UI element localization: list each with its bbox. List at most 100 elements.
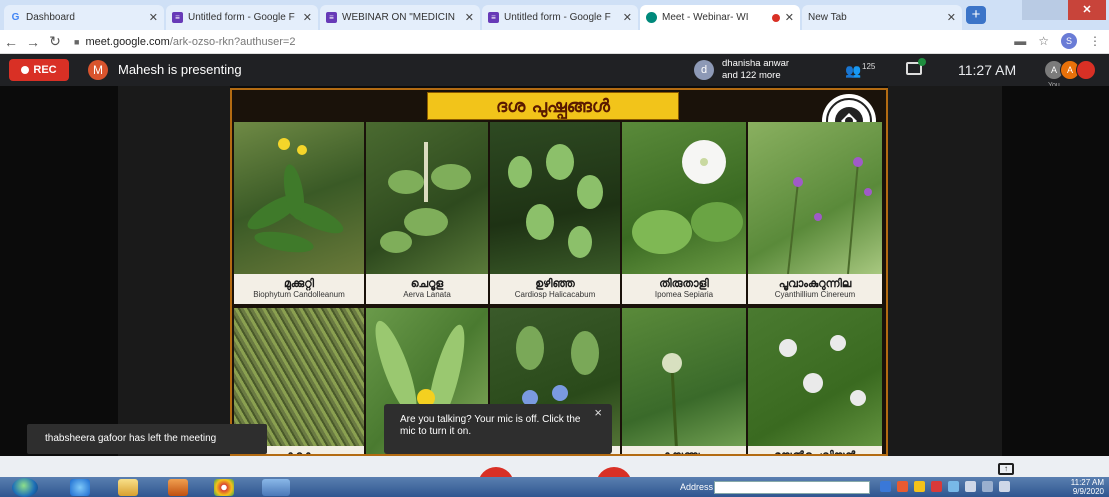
tray-icon[interactable] bbox=[931, 481, 942, 492]
url-path: /ark-ozso-rkn?authuser=2 bbox=[169, 35, 296, 48]
tray-icon[interactable] bbox=[897, 481, 908, 492]
file-explorer-icon[interactable] bbox=[118, 479, 138, 496]
present-now-icon[interactable]: ↑ bbox=[998, 463, 1014, 475]
system-tray bbox=[880, 481, 1010, 492]
left-meeting-toast: thabsheera gafoor has left the meeting bbox=[27, 424, 267, 454]
meet-controls-bar bbox=[0, 456, 1109, 477]
plant-name-malayalam: കയ്യുണ്യം bbox=[661, 449, 707, 456]
stage-left-pane bbox=[118, 86, 230, 456]
tab-new-tab[interactable]: New Tab ✕ bbox=[802, 5, 962, 30]
url-field[interactable]: ■ meet.google.com/ark-ozso-rkn?authuser=… bbox=[74, 36, 295, 48]
plant-card: പൂവാംകുറുന്നില Cyanthillium Cinereum bbox=[748, 122, 882, 304]
system-time: 11:27 AM bbox=[1070, 478, 1104, 487]
chat-badge bbox=[918, 58, 926, 66]
profile-avatar[interactable]: S bbox=[1061, 33, 1077, 49]
control-panel-icon[interactable] bbox=[262, 479, 290, 496]
maximize-button[interactable] bbox=[1046, 0, 1068, 20]
browser-tab-strip: G Dashboard ✕ ≡ Untitled form - Google F… bbox=[0, 0, 1109, 30]
plant-image bbox=[490, 122, 620, 274]
plant-image bbox=[234, 122, 364, 274]
tab-label: Dashboard bbox=[26, 12, 75, 23]
address-bar: ← → ↻ ■ meet.google.com/ark-ozso-rkn?aut… bbox=[0, 30, 1109, 54]
system-clock[interactable]: 11:27 AM 9/9/2020 bbox=[1058, 478, 1104, 496]
plant-name-latin: Aerva Lanata bbox=[403, 290, 451, 299]
close-icon[interactable]: ✕ bbox=[149, 11, 158, 24]
network-icon[interactable] bbox=[948, 481, 959, 492]
tab-label: Meet - Webinar- WI bbox=[662, 12, 749, 23]
plant-name-malayalam: ചെറൂള bbox=[410, 277, 444, 290]
shared-slide: ദശ പുഷ്പങ്ങൾ മുക്കുറ്റി Biophytum Candoll… bbox=[230, 88, 888, 456]
display-icon[interactable] bbox=[999, 481, 1010, 492]
tab-label: Untitled form - Google F bbox=[188, 12, 295, 23]
plant-name-latin: Cardiosp Halicacabum bbox=[514, 290, 596, 299]
star-icon[interactable]: ☆ bbox=[1038, 34, 1049, 48]
flag-icon[interactable] bbox=[982, 481, 993, 492]
plant-image bbox=[622, 122, 746, 274]
close-icon[interactable]: ✕ bbox=[465, 11, 474, 24]
forms-icon: ≡ bbox=[172, 12, 183, 23]
close-icon[interactable]: ✕ bbox=[785, 11, 794, 24]
new-tab-button[interactable]: + bbox=[966, 6, 986, 24]
people-icon[interactable]: 👥 bbox=[845, 63, 861, 79]
google-icon: G bbox=[11, 12, 20, 23]
record-dot-icon bbox=[21, 66, 30, 74]
plant-name-malayalam: തിരുതാളി bbox=[659, 277, 709, 290]
plant-card: ഉഴിഞ്ഞ Cardiosp Halicacabum bbox=[490, 122, 620, 304]
self-avatars[interactable]: A A bbox=[1044, 60, 1096, 80]
plant-name-latin: Cyanthillium Cinereum bbox=[774, 290, 856, 299]
plant-card: തിരുതാളി Ipomea Sepiaria bbox=[622, 122, 746, 304]
media-player-icon[interactable] bbox=[168, 479, 188, 496]
avatar bbox=[1076, 60, 1096, 80]
tab-dashboard[interactable]: G Dashboard ✕ bbox=[4, 5, 164, 30]
tab-meet[interactable]: Meet - Webinar- WI ✕ bbox=[640, 5, 800, 30]
plant-name-latin: Ipomea Sepiaria bbox=[654, 290, 714, 299]
presenting-text: Mahesh is presenting bbox=[118, 62, 242, 77]
plant-image bbox=[622, 308, 746, 454]
close-icon[interactable]: × bbox=[594, 406, 602, 419]
tray-icon[interactable] bbox=[880, 481, 891, 492]
chrome-icon[interactable] bbox=[214, 479, 234, 496]
address-toolbar-label: Address bbox=[680, 482, 714, 492]
tab-untitled-form-2[interactable]: ≡ Untitled form - Google F ✕ bbox=[482, 5, 638, 30]
tab-webinar[interactable]: ≡ WEBINAR ON "MEDICIN ✕ bbox=[320, 5, 480, 30]
close-icon[interactable]: ✕ bbox=[623, 11, 632, 24]
tab-untitled-form-1[interactable]: ≡ Untitled form - Google F ✕ bbox=[166, 5, 318, 30]
forms-icon: ≡ bbox=[326, 12, 337, 23]
participant-avatar: d bbox=[694, 60, 714, 80]
windows-start-icon[interactable] bbox=[12, 478, 38, 497]
plant-name-latin: Biophytum Candolleanum bbox=[253, 290, 345, 299]
plant-image bbox=[748, 308, 882, 454]
meeting-clock: 11:27 AM bbox=[958, 62, 1017, 78]
menu-icon[interactable]: ⋮ bbox=[1089, 34, 1101, 48]
plant-name-malayalam: മുയൽച്ചെവിയൻ bbox=[774, 449, 856, 456]
camera-icon[interactable]: ▬ bbox=[1014, 34, 1026, 48]
mic-off-message: Are you talking? Your mic is off. Click … bbox=[400, 414, 581, 437]
address-toolbar-input[interactable] bbox=[714, 481, 870, 494]
forward-icon[interactable]: → bbox=[22, 34, 44, 50]
plant-name-malayalam: ഉഴിഞ്ഞ bbox=[535, 277, 575, 290]
back-icon[interactable]: ← bbox=[0, 34, 22, 50]
participant-name: dhanisha anwar bbox=[722, 58, 790, 69]
plant-card: ചെറൂള Aerva Lanata bbox=[366, 122, 488, 304]
close-window-button[interactable]: ✕ bbox=[1068, 0, 1106, 20]
minimize-button[interactable] bbox=[1022, 0, 1046, 20]
plant-image bbox=[366, 122, 488, 274]
recording-badge[interactable]: REC bbox=[9, 59, 69, 81]
internet-explorer-icon[interactable] bbox=[70, 479, 90, 496]
plant-card: കയ്യുണ്യം bbox=[622, 308, 746, 456]
tab-label: WEBINAR ON "MEDICIN bbox=[342, 12, 455, 23]
plant-name-malayalam: പൂവാംകുറുന്നില bbox=[778, 277, 852, 290]
stage-right-pane bbox=[888, 86, 1002, 456]
rec-label: REC bbox=[33, 64, 57, 76]
close-icon[interactable]: ✕ bbox=[303, 11, 312, 24]
screen: G Dashboard ✕ ≡ Untitled form - Google F… bbox=[0, 0, 1109, 497]
volume-icon[interactable] bbox=[965, 481, 976, 492]
recording-icon bbox=[771, 13, 780, 22]
tray-icon[interactable] bbox=[914, 481, 925, 492]
url-host: meet.google.com bbox=[85, 35, 170, 48]
plant-card: മുയൽച്ചെവിയൻ bbox=[748, 308, 882, 456]
reload-icon[interactable]: ↻ bbox=[44, 33, 66, 50]
plant-image bbox=[748, 122, 882, 274]
close-icon[interactable]: ✕ bbox=[947, 11, 956, 24]
tab-label: Untitled form - Google F bbox=[504, 12, 611, 23]
